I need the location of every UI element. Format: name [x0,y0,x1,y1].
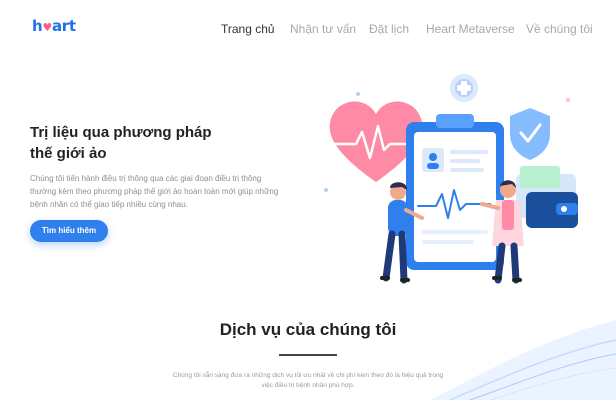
shield-check-icon [510,108,550,160]
nav-item-metaverse[interactable]: Heart Metaverse [426,22,515,36]
services-title: Dịch vụ của chúng tôi [219,320,397,339]
plus-icon [450,74,478,102]
nav-item-home[interactable]: Trang chủ [221,22,275,36]
hero-title: Trị liệu qua phương pháp thế giới ảo [30,122,270,164]
wallet-icon [516,166,578,228]
decorative-wave [430,320,616,400]
hero-description: Chúng tôi tiến hành điều trị thông qua c… [30,174,279,209]
nav-item-booking[interactable]: Đặt lịch [369,22,409,36]
clipboard-icon [406,114,504,270]
medical-illustration [324,74,578,284]
nav-item-consultation[interactable]: Nhận tư vấn [290,22,356,36]
main-nav: Trang chủ Nhận tư vấn Đặt lịch Heart Met… [0,22,616,38]
learn-more-button[interactable]: Tìm hiểu thêm [30,220,108,242]
nav-item-about[interactable]: Về chúng tôi [526,22,593,36]
hero-title-line2: thế giới ảo [30,145,107,162]
site-header: h♥art Trang chủ Nhận tư vấn Đặt lịch Hea… [0,0,616,56]
section-divider [279,354,337,356]
hero-title-line1: Trị liệu qua phương pháp [30,124,212,141]
services-description: Chúng tôi sẵn sàng đưa ra những dịch vụ … [172,372,444,389]
